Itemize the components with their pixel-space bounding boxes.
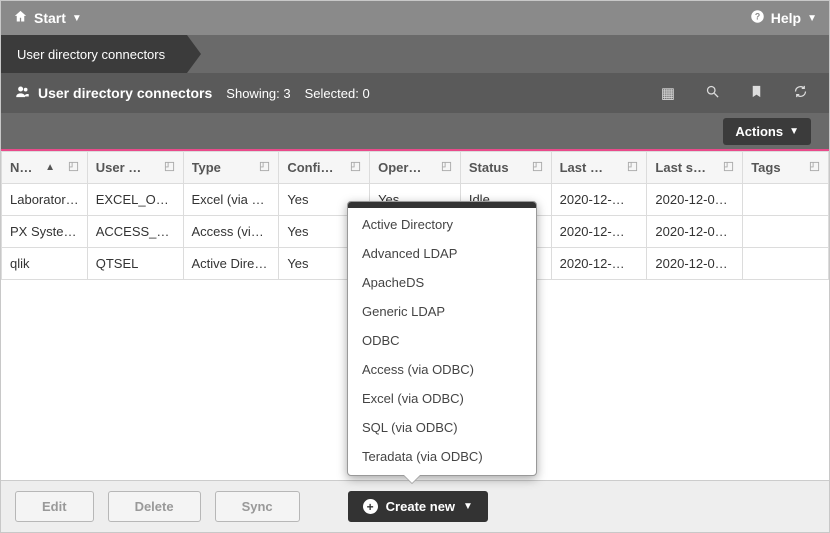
edit-button[interactable]: Edit	[15, 491, 94, 522]
menu-item[interactable]: Access (via ODBC)	[348, 355, 536, 384]
table-cell: Active Dire…	[183, 248, 279, 280]
refresh-icon[interactable]	[785, 84, 815, 103]
table-cell	[743, 216, 829, 248]
chevron-down-icon: ▼	[789, 126, 799, 137]
column-header[interactable]: Confi…	[279, 152, 370, 184]
menu-item[interactable]: ODBC	[348, 326, 536, 355]
actions-label: Actions	[735, 124, 783, 139]
table-cell: PX Syste…	[2, 216, 88, 248]
breadcrumb-label: User directory connectors	[17, 47, 165, 62]
page-title: User directory connectors	[15, 84, 212, 102]
sync-button[interactable]: Sync	[215, 491, 300, 522]
start-label: Start	[34, 10, 66, 26]
column-header[interactable]: N… ▲	[2, 152, 88, 184]
column-label: Last s…	[655, 160, 706, 175]
table-cell: 2020-12-0…	[647, 184, 743, 216]
column-label: User …	[96, 160, 142, 175]
table-cell: 2020-12-0…	[647, 216, 743, 248]
column-label: Confi…	[287, 160, 333, 175]
column-header[interactable]: Tags	[743, 152, 829, 184]
filter-icon[interactable]	[259, 161, 270, 175]
column-header[interactable]: User …	[87, 152, 183, 184]
actions-button[interactable]: Actions ▼	[723, 118, 811, 145]
create-new-label: Create new	[386, 499, 455, 514]
showing-info: Showing: 3	[226, 86, 290, 101]
table-cell: qlik	[2, 248, 88, 280]
table-cell: ACCESS_O…	[87, 216, 183, 248]
filter-icon[interactable]	[350, 161, 361, 175]
column-header[interactable]: Last s…	[647, 152, 743, 184]
table-cell: 2020-12-0…	[647, 248, 743, 280]
table-cell: Laborator…	[2, 184, 88, 216]
users-icon	[15, 84, 30, 102]
column-label: Oper…	[378, 160, 421, 175]
sort-asc-icon: ▲	[45, 162, 55, 173]
table-cell: EXCEL_OD…	[87, 184, 183, 216]
column-header[interactable]: Oper…	[370, 152, 461, 184]
filter-icon[interactable]	[441, 161, 452, 175]
help-icon: ?	[750, 9, 765, 27]
menu-item[interactable]: Generic LDAP	[348, 297, 536, 326]
table-cell: 2020-12-…	[551, 248, 647, 280]
table-cell: QTSEL	[87, 248, 183, 280]
menu-item[interactable]: Teradata (via ODBC)	[348, 442, 536, 471]
filter-icon[interactable]	[532, 161, 543, 175]
start-nav[interactable]: Start ▼	[13, 9, 82, 27]
filter-icon[interactable]	[164, 161, 175, 175]
column-label: Status	[469, 160, 509, 175]
table-cell: Access (vi…	[183, 216, 279, 248]
help-nav[interactable]: ? Help ▼	[750, 9, 817, 27]
menu-item[interactable]: Active Directory	[348, 210, 536, 239]
delete-button[interactable]: Delete	[108, 491, 201, 522]
menu-item[interactable]: Excel (via ODBC)	[348, 384, 536, 413]
table-cell	[743, 248, 829, 280]
column-header[interactable]: Last …	[551, 152, 647, 184]
selected-info: Selected: 0	[305, 86, 370, 101]
menu-item[interactable]: SQL (via ODBC)	[348, 413, 536, 442]
column-header[interactable]: Type	[183, 152, 279, 184]
svg-text:?: ?	[755, 12, 760, 22]
breadcrumb[interactable]: User directory connectors	[1, 35, 187, 73]
filter-icon[interactable]	[723, 161, 734, 175]
menu-item[interactable]: ApacheDS	[348, 268, 536, 297]
column-label: Tags	[751, 160, 780, 175]
filter-icon[interactable]	[68, 161, 79, 175]
table-cell: 2020-12-…	[551, 216, 647, 248]
column-label: N…	[10, 160, 32, 175]
create-new-menu: Active DirectoryAdvanced LDAPApacheDSGen…	[347, 201, 537, 476]
table-cell: 2020-12-…	[551, 184, 647, 216]
table-cell: Excel (via …	[183, 184, 279, 216]
column-label: Type	[192, 160, 221, 175]
chevron-down-icon: ▼	[807, 13, 817, 24]
chevron-down-icon: ▼	[463, 501, 473, 512]
plus-icon: +	[363, 499, 378, 514]
create-new-button[interactable]: + Create new ▼	[348, 491, 488, 522]
chevron-down-icon: ▼	[72, 13, 82, 24]
column-selector-icon[interactable]: ▦	[653, 84, 683, 102]
table-cell	[743, 184, 829, 216]
help-label: Help	[771, 10, 801, 26]
bookmark-icon[interactable]	[741, 84, 771, 103]
page-title-text: User directory connectors	[38, 85, 212, 101]
menu-item[interactable]: Advanced LDAP	[348, 239, 536, 268]
column-label: Last …	[560, 160, 603, 175]
filter-icon[interactable]	[809, 161, 820, 175]
search-icon[interactable]	[697, 84, 727, 103]
home-icon	[13, 9, 28, 27]
filter-icon[interactable]	[627, 161, 638, 175]
column-header[interactable]: Status	[460, 152, 551, 184]
